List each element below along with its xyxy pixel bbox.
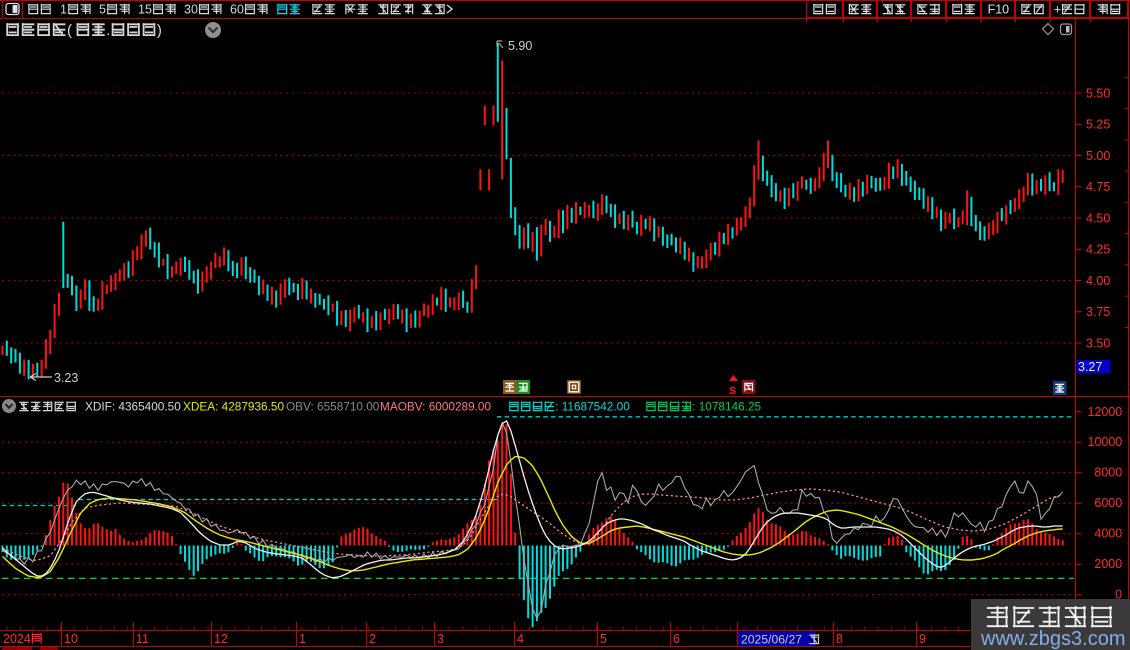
svg-text:4.25: 4.25 bbox=[1086, 243, 1110, 257]
svg-text:5.50: 5.50 bbox=[1086, 87, 1110, 101]
svg-text:4000: 4000 bbox=[1094, 527, 1122, 541]
svg-text:9: 9 bbox=[919, 632, 926, 646]
svg-text:60: 60 bbox=[230, 3, 244, 17]
svg-text:5.00: 5.00 bbox=[1086, 149, 1110, 163]
svg-text:5: 5 bbox=[99, 3, 106, 17]
svg-text:30: 30 bbox=[184, 3, 198, 17]
svg-text:1: 1 bbox=[60, 3, 67, 17]
svg-text:4.00: 4.00 bbox=[1086, 274, 1110, 288]
svg-text:5.90: 5.90 bbox=[508, 39, 532, 53]
svg-text:: 11687542.00: : 11687542.00 bbox=[555, 400, 630, 414]
svg-text:5: 5 bbox=[600, 632, 607, 646]
svg-text:12: 12 bbox=[214, 632, 228, 646]
svg-text:.: . bbox=[106, 22, 110, 39]
svg-text:F10: F10 bbox=[988, 3, 1010, 17]
svg-text:2024: 2024 bbox=[3, 632, 31, 646]
svg-text:4.50: 4.50 bbox=[1086, 212, 1110, 226]
svg-text:+: + bbox=[1054, 3, 1061, 17]
svg-text:2025/06/27: 2025/06/27 bbox=[741, 633, 802, 647]
svg-text:MAOBV: 6000289.00: MAOBV: 6000289.00 bbox=[380, 400, 491, 414]
svg-text:3: 3 bbox=[437, 632, 444, 646]
svg-text:4: 4 bbox=[517, 632, 524, 646]
svg-text:10: 10 bbox=[64, 632, 78, 646]
svg-text:6000: 6000 bbox=[1094, 496, 1122, 510]
svg-text:8000: 8000 bbox=[1094, 466, 1122, 480]
svg-text:XDIF: 4365400.50: XDIF: 4365400.50 bbox=[85, 400, 181, 414]
svg-text:1: 1 bbox=[299, 632, 306, 646]
svg-text:): ) bbox=[157, 22, 162, 39]
svg-text:10000: 10000 bbox=[1088, 435, 1123, 449]
svg-text:(: ( bbox=[67, 22, 72, 39]
svg-text:www.zbgs3.com: www.zbgs3.com bbox=[980, 628, 1126, 650]
svg-text:XDEA: 4287936.50: XDEA: 4287936.50 bbox=[183, 400, 284, 414]
svg-text:2: 2 bbox=[369, 632, 376, 646]
svg-text:OBV: 6558710.00: OBV: 6558710.00 bbox=[286, 400, 380, 414]
svg-text:6: 6 bbox=[673, 632, 680, 646]
svg-text:3.27: 3.27 bbox=[1078, 360, 1102, 374]
svg-text:s: s bbox=[729, 382, 736, 397]
svg-text:: 1078146.25: : 1078146.25 bbox=[692, 400, 761, 414]
svg-text:4.75: 4.75 bbox=[1086, 180, 1110, 194]
svg-text:5.25: 5.25 bbox=[1086, 118, 1110, 132]
svg-text:2000: 2000 bbox=[1094, 557, 1122, 571]
svg-text:15: 15 bbox=[138, 3, 152, 17]
svg-text:3.75: 3.75 bbox=[1086, 305, 1110, 319]
svg-text:11: 11 bbox=[136, 632, 149, 646]
svg-text:3.50: 3.50 bbox=[1086, 337, 1110, 351]
svg-text:12000: 12000 bbox=[1088, 405, 1123, 419]
svg-text:8: 8 bbox=[836, 632, 843, 646]
svg-text:3.23: 3.23 bbox=[54, 371, 78, 385]
